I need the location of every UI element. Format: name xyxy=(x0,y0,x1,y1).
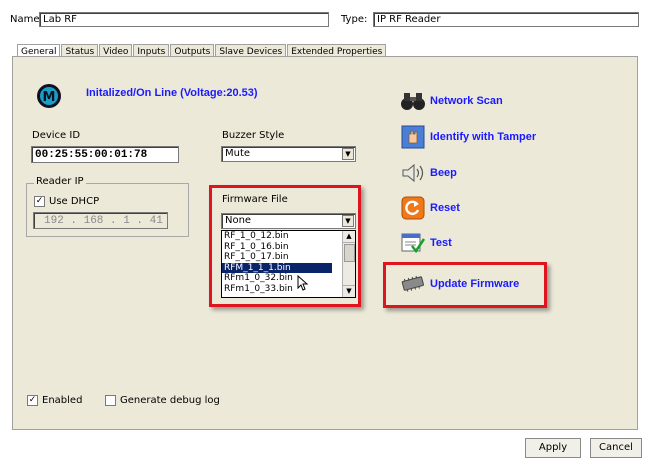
name-input[interactable]: Lab RF xyxy=(39,12,329,27)
binoculars-icon xyxy=(400,88,426,114)
firmware-highlight-box xyxy=(209,185,361,307)
use-dhcp-checkbox[interactable]: ✓ xyxy=(34,196,45,207)
reader-ip-label: Reader IP xyxy=(34,176,86,187)
reset-action[interactable]: Reset xyxy=(400,195,460,221)
buzzer-style-value: Mute xyxy=(225,148,251,159)
test-label: Test xyxy=(430,237,452,249)
device-id-label: Device ID xyxy=(32,130,81,141)
update-firmware-highlight-box xyxy=(383,262,547,308)
chevron-down-icon[interactable]: ▼ xyxy=(342,148,354,160)
cancel-button[interactable]: Cancel xyxy=(590,438,642,458)
device-id-value: 00:25:55:00:01:78 xyxy=(35,149,148,161)
name-value: Lab RF xyxy=(43,14,77,25)
reset-label: Reset xyxy=(430,202,460,214)
test-checklist-icon xyxy=(400,230,426,256)
reset-icon xyxy=(400,195,426,221)
use-dhcp-label: Use DHCP xyxy=(49,196,100,207)
buzzer-style-label: Buzzer Style xyxy=(222,130,285,141)
device-id-input[interactable]: 00:25:55:00:01:78 xyxy=(31,146,179,163)
ip-address-value: 192 . 168 . 1 . 41 xyxy=(44,215,163,227)
beep-label: Beep xyxy=(430,167,457,179)
buzzer-style-select[interactable]: Mute ▼ xyxy=(221,146,356,162)
test-action[interactable]: Test xyxy=(400,230,452,256)
network-scan-label: Network Scan xyxy=(430,95,503,107)
status-text: Initalized/On Line (Voltage:20.53) xyxy=(86,87,258,99)
identify-with-tamper-label: Identify with Tamper xyxy=(430,131,537,143)
debug-log-label: Generate debug log xyxy=(120,395,220,406)
hand-icon xyxy=(400,124,426,150)
ip-address-input: 192 . 168 . 1 . 41 xyxy=(33,212,168,229)
type-value: IP RF Reader xyxy=(377,14,441,25)
identify-with-tamper-action[interactable]: Identify with Tamper xyxy=(400,124,536,150)
name-label: Name: xyxy=(10,14,43,25)
type-input: IP RF Reader xyxy=(373,12,639,27)
enabled-checkbox[interactable]: ✓ xyxy=(27,395,38,406)
enabled-label: Enabled xyxy=(42,395,83,406)
beep-action[interactable]: Beep xyxy=(400,160,457,186)
type-label: Type: xyxy=(341,14,368,25)
svg-text:M: M xyxy=(43,90,56,105)
speaker-icon xyxy=(400,160,426,186)
debug-log-checkbox[interactable] xyxy=(105,395,116,406)
status-icon: M xyxy=(36,83,62,109)
network-scan-action[interactable]: Network Scan xyxy=(400,88,503,114)
apply-button[interactable]: Apply xyxy=(525,438,581,458)
